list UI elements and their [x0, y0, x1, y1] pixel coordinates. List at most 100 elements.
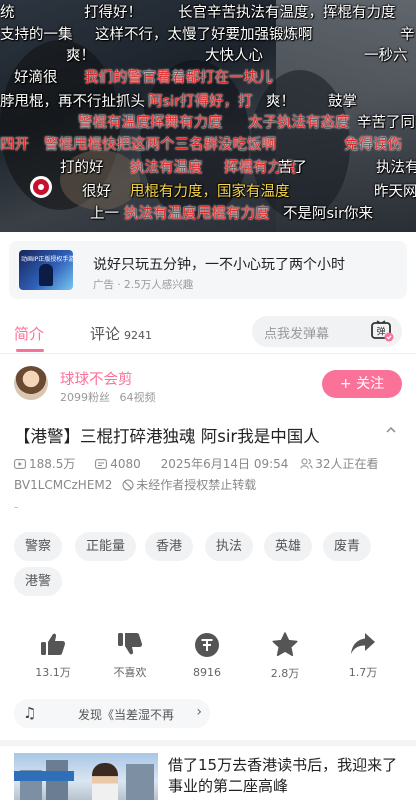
danmaku-stat: 4080	[95, 457, 152, 471]
dislike-button[interactable]: 不喜欢	[95, 632, 165, 680]
danmaku: 这样不行，太慢了好要加强锻炼啊	[95, 27, 313, 43]
ad-banner[interactable]: 动画IP正版授权手游 说好只玩五分钟，一不小心玩了两个小时 广告 · 2.5万人…	[9, 241, 407, 299]
publish-date: 2025年6月14日 09:54	[160, 457, 289, 471]
tag[interactable]: 英雄	[264, 532, 313, 561]
tab-active-indicator	[16, 349, 44, 352]
danmaku: 爽！	[266, 94, 295, 110]
danmaku: 统	[0, 5, 15, 21]
music-hint: 发现《当差湿不再	[78, 708, 175, 722]
favorite-button[interactable]: 2.8万	[250, 632, 320, 681]
thumbs-up-icon	[41, 633, 66, 655]
uploader-stats: 2099粉丝 64视频	[60, 389, 156, 405]
danmaku: 辛	[400, 27, 415, 43]
watching-count: 32人正在看	[315, 457, 379, 471]
danmaku: 甩棍有力度	[197, 206, 270, 222]
danmaku: 执法有	[376, 160, 416, 176]
danmaku: 大快人心	[205, 48, 263, 64]
danmaku: 脖甩棍，再不行扯抓头	[0, 94, 145, 110]
ad-title: 说好只玩五分钟，一不小心玩了两个小时	[93, 257, 345, 273]
uploader-avatar[interactable]	[14, 366, 48, 400]
comment-count: 9241	[124, 329, 153, 342]
thumb-building	[126, 764, 154, 800]
danmaku: 爽！	[66, 48, 95, 64]
danmaku: 苦了	[278, 160, 307, 176]
danmaku: 打得好！	[84, 5, 142, 21]
ad-character-image	[39, 264, 53, 286]
danmaku: 上一	[90, 206, 119, 222]
danmaku: 警棍有温度	[78, 115, 151, 131]
danmaku: 执法有温度	[130, 160, 203, 176]
watching-icon	[300, 458, 313, 469]
tag[interactable]: 港警	[14, 567, 63, 596]
thumb-banner	[14, 771, 74, 781]
danmaku: 执法有温度	[124, 206, 197, 222]
video-figure	[60, 150, 140, 210]
chevron-up-icon[interactable]	[386, 425, 396, 435]
tab-comments-label: 评论	[90, 325, 121, 343]
tab-comments[interactable]: 评论 9241	[90, 323, 152, 344]
danmaku-input-placeholder: 点我发弹幕	[264, 327, 330, 342]
chevron-right-icon: ›	[196, 704, 202, 720]
tag[interactable]: 正能量	[75, 532, 137, 561]
recommended-video-title[interactable]: 借了15万去香港读书后，我迎来了事业的第二座高峰	[168, 755, 406, 797]
danmaku: 很好	[82, 184, 111, 200]
video-logo-icon	[30, 176, 52, 198]
views-stat: 188.5万	[14, 457, 87, 471]
thumbs-down-icon	[118, 633, 143, 655]
share-icon	[351, 633, 375, 654]
video-meta: 188.5万 4080 2025年6月14日 09:54 32人正在看	[14, 455, 395, 472]
ad-thumb-text: 动画IP正版授权手游	[21, 256, 73, 263]
share-count: 1.7万	[348, 666, 378, 679]
play-count-icon	[14, 459, 26, 469]
video-description: -	[14, 500, 19, 514]
danmaku: 昨天网	[374, 184, 416, 200]
like-button[interactable]: 13.1万	[18, 632, 88, 680]
recommended-video-thumbnail[interactable]	[14, 753, 158, 800]
follow-button[interactable]: + 关注	[322, 370, 402, 398]
danmaku: 警棍甩棍快把这两个三名群没吃饭啊	[44, 137, 276, 153]
video-player[interactable]: 统 打得好！ 长官辛苦执法有温度，挥棍有力度 支持的一集 这样不行，太慢了好要加…	[0, 0, 416, 232]
danmaku: 打的好	[60, 160, 104, 176]
star-icon	[272, 632, 298, 657]
music-discover-pill[interactable]: ♫ 发现《当差湿不再 ›	[14, 699, 210, 728]
tag[interactable]: 警察	[14, 532, 63, 561]
danmaku-count: 4080	[110, 457, 141, 471]
share-button[interactable]: 1.7万	[328, 632, 398, 680]
danmaku-input[interactable]: 点我发弹幕 弹	[252, 316, 402, 347]
danmaku: 挥舞有力度	[150, 115, 223, 131]
tag[interactable]: 香港	[145, 532, 194, 561]
tab-bar: 简介 评论 9241 点我发弹幕 弹	[0, 311, 416, 354]
like-count: 13.1万	[35, 666, 71, 679]
danmaku: 不是阿sir你来	[283, 206, 374, 222]
danmaku: 好滴很	[14, 70, 58, 86]
no-repost-icon	[122, 479, 134, 491]
coin-icon	[195, 633, 219, 657]
danmaku-count-icon	[95, 459, 108, 469]
danmaku: 一秒六	[364, 48, 408, 64]
tag[interactable]: 废青	[323, 532, 372, 561]
copyright-notice: 未经作者授权禁止转载	[136, 478, 257, 492]
bvid[interactable]: BV1LCMCzHEM2	[14, 478, 112, 492]
music-note-icon: ♫	[23, 704, 37, 722]
svg-text:弹: 弹	[376, 326, 385, 338]
ad-thumbnail: 动画IP正版授权手游	[19, 250, 73, 290]
danmaku: 甩棍有力度，国家有温度	[130, 184, 290, 200]
tag[interactable]: 执法	[205, 532, 254, 561]
uploader-videos: 64视频	[119, 391, 156, 404]
danmaku-toggle-icon[interactable]: 弹	[370, 320, 394, 342]
danmaku: 辛苦了同	[357, 115, 415, 131]
danmaku: 长官辛苦执法有温度，挥棍有力度	[178, 5, 396, 21]
uploader-fans: 2099粉丝	[60, 391, 110, 404]
watching-stat: 32人正在看	[300, 457, 386, 471]
tab-intro[interactable]: 简介	[14, 323, 44, 344]
views-count: 188.5万	[29, 457, 76, 471]
coin-button[interactable]: 8916	[172, 632, 242, 679]
coin-count: 8916	[193, 666, 221, 679]
danmaku: 鼓掌	[328, 94, 357, 110]
uploader-name[interactable]: 球球不会剪	[60, 368, 133, 389]
danmaku: 支持的一集	[0, 27, 73, 43]
favorite-count: 2.8万	[270, 667, 300, 680]
danmaku: 我们的警官看着都打在一块儿	[84, 70, 273, 86]
section-divider	[0, 740, 416, 746]
danmaku: 免得误伤	[344, 137, 402, 153]
